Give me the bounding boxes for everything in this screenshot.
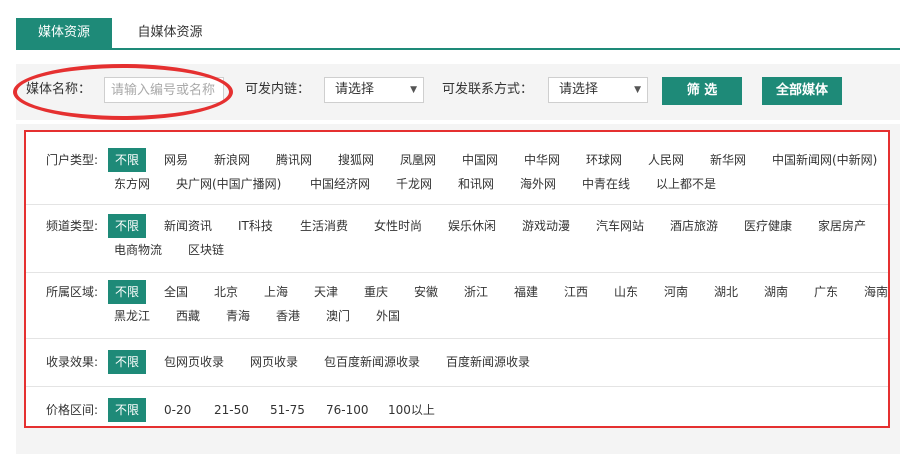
region-option[interactable]: 浙江 <box>464 280 488 304</box>
region-option[interactable]: 安徽 <box>414 280 438 304</box>
region-option[interactable]: 江西 <box>564 280 588 304</box>
region-option[interactable]: 北京 <box>214 280 238 304</box>
media-tabs: 媒体资源 自媒体资源 <box>16 14 900 50</box>
indexing-label: 收录效果: <box>46 355 99 369</box>
region-option[interactable]: 河南 <box>664 280 688 304</box>
price-option[interactable]: 不限 <box>108 398 147 422</box>
price-label: 价格区间: <box>46 403 99 417</box>
channel-option[interactable]: 区块链 <box>188 238 224 262</box>
price-option[interactable]: 21-50 <box>214 398 249 422</box>
region-option[interactable]: 湖南 <box>764 280 788 304</box>
portal-option[interactable]: 中青在线 <box>582 172 630 196</box>
region-option[interactable]: 外国 <box>376 304 400 328</box>
tab-media-resources[interactable]: 媒体资源 <box>16 18 112 48</box>
inner-link-select[interactable]: 请选择 ▼ <box>324 77 424 103</box>
filter-button[interactable]: 筛 选 <box>662 77 742 105</box>
channel-option[interactable]: 游戏动漫 <box>522 214 570 238</box>
channel-option[interactable]: 家居房产 <box>818 214 866 238</box>
inner-link-label: 可发内链： <box>245 82 311 97</box>
portal-option[interactable]: 央广网(中国广播网) <box>176 172 281 196</box>
filter-bar: 媒体名称： 可发内链： 请选择 ▼ 可发联系方式： 请选择 ▼ 筛 选 全部媒体 <box>16 64 900 120</box>
indexing-option[interactable]: 包百度新闻源收录 <box>324 350 420 374</box>
portal-option[interactable]: 中国网 <box>462 148 498 172</box>
portal-option[interactable]: 新华网 <box>710 148 746 172</box>
channel-option[interactable]: 女性时尚 <box>374 214 422 238</box>
region-option[interactable]: 海南 <box>864 280 888 304</box>
channel-type-row: 频道类型: 不限 新闻资讯 IT科技 生活消费 女性时尚 娱乐休闲 游戏动漫 汽… <box>26 204 888 272</box>
channel-option[interactable]: 不限 <box>108 214 147 238</box>
region-row: 所属区域: 不限 全国 北京 上海 天津 重庆 安徽 浙江 福建 江西 山东 河… <box>26 272 888 340</box>
indexing-row: 收录效果: 不限 包网页收录 网页收录 包百度新闻源收录 百度新闻源收录 <box>26 338 888 386</box>
media-name-input[interactable] <box>104 77 224 103</box>
portal-option[interactable]: 搜狐网 <box>338 148 374 172</box>
portal-option[interactable]: 和讯网 <box>458 172 494 196</box>
region-option[interactable]: 山东 <box>614 280 638 304</box>
channel-option[interactable]: 电商物流 <box>114 238 162 262</box>
channel-option[interactable]: 生活消费 <box>300 214 348 238</box>
portal-option[interactable]: 新浪网 <box>214 148 250 172</box>
channel-option[interactable]: 酒店旅游 <box>670 214 718 238</box>
indexing-option[interactable]: 包网页收录 <box>164 350 224 374</box>
price-option[interactable]: 51-75 <box>270 398 305 422</box>
portal-option[interactable]: 腾讯网 <box>276 148 312 172</box>
region-option[interactable]: 西藏 <box>176 304 200 328</box>
channel-option[interactable]: IT科技 <box>238 214 273 238</box>
tab-self-media-resources[interactable]: 自媒体资源 <box>120 18 220 48</box>
region-option[interactable]: 天津 <box>314 280 338 304</box>
portal-option[interactable]: 中国新闻网(中新网) <box>772 148 877 172</box>
portal-option[interactable]: 人民网 <box>648 148 684 172</box>
portal-option[interactable]: 千龙网 <box>396 172 432 196</box>
channel-type-label: 频道类型: <box>46 219 99 233</box>
price-option[interactable]: 0-20 <box>164 398 191 422</box>
indexing-option[interactable]: 网页收录 <box>250 350 298 374</box>
indexing-option[interactable]: 不限 <box>108 350 147 374</box>
category-panel: 门户类型: 不限 网易 新浪网 腾讯网 搜狐网 凤凰网 中国网 中华网 环球网 … <box>24 130 890 428</box>
region-option[interactable]: 黑龙江 <box>114 304 150 328</box>
portal-option[interactable]: 海外网 <box>520 172 556 196</box>
portal-option[interactable]: 不限 <box>108 148 147 172</box>
region-option[interactable]: 澳门 <box>326 304 350 328</box>
portal-option[interactable]: 凤凰网 <box>400 148 436 172</box>
channel-option[interactable]: 新闻资讯 <box>164 214 212 238</box>
region-option[interactable]: 广东 <box>814 280 838 304</box>
region-option[interactable]: 不限 <box>108 280 147 304</box>
region-option[interactable]: 全国 <box>164 280 188 304</box>
all-media-button[interactable]: 全部媒体 <box>762 77 842 105</box>
contact-select-value: 请选择 <box>559 82 599 97</box>
portal-option[interactable]: 网易 <box>164 148 188 172</box>
region-option[interactable]: 福建 <box>514 280 538 304</box>
media-name-label: 媒体名称： <box>26 82 92 97</box>
channel-option[interactable]: 医疗健康 <box>744 214 792 238</box>
indexing-option[interactable]: 百度新闻源收录 <box>446 350 530 374</box>
portal-option[interactable]: 中华网 <box>524 148 560 172</box>
portal-option[interactable]: 以上都不是 <box>656 172 716 196</box>
contact-label: 可发联系方式： <box>442 82 534 97</box>
region-option[interactable]: 湖北 <box>714 280 738 304</box>
region-option[interactable]: 青海 <box>226 304 250 328</box>
channel-option[interactable]: 汽车网站 <box>596 214 644 238</box>
price-row: 价格区间: 不限 0-20 21-50 51-75 76-100 100以上 <box>26 386 888 426</box>
portal-option[interactable]: 环球网 <box>586 148 622 172</box>
portal-type-row: 门户类型: 不限 网易 新浪网 腾讯网 搜狐网 凤凰网 中国网 中华网 环球网 … <box>26 132 888 200</box>
portal-option[interactable]: 中国经济网 <box>310 172 370 196</box>
region-option[interactable]: 上海 <box>264 280 288 304</box>
price-option[interactable]: 76-100 <box>326 398 369 422</box>
region-label: 所属区域: <box>46 285 99 299</box>
region-option[interactable]: 香港 <box>276 304 300 328</box>
chevron-down-icon: ▼ <box>634 85 641 95</box>
inner-link-select-value: 请选择 <box>335 82 375 97</box>
portal-option[interactable]: 东方网 <box>114 172 150 196</box>
price-option[interactable]: 100以上 <box>388 398 435 422</box>
contact-select[interactable]: 请选择 ▼ <box>548 77 648 103</box>
portal-type-label: 门户类型: <box>46 153 99 167</box>
region-option[interactable]: 重庆 <box>364 280 388 304</box>
channel-option[interactable]: 娱乐休闲 <box>448 214 496 238</box>
chevron-down-icon: ▼ <box>410 85 417 95</box>
